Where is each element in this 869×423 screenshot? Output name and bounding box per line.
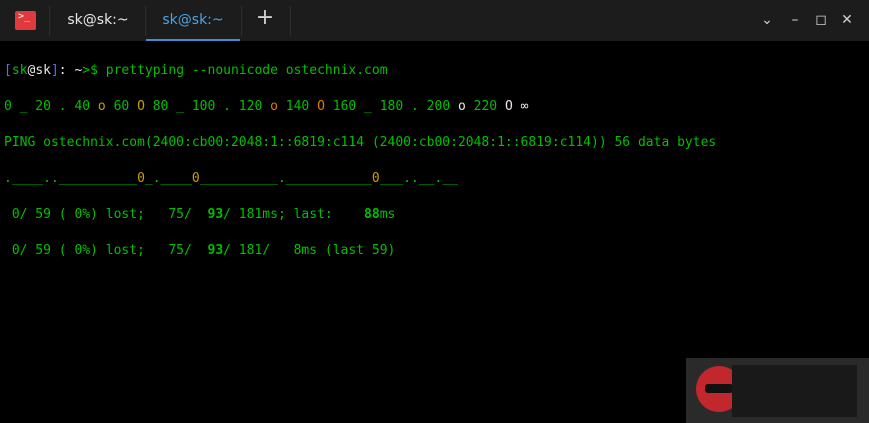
close-button[interactable]: ✕ — [839, 12, 855, 28]
scale-segment: o — [97, 99, 106, 114]
latency-scale-legend: 0 _ 20 . 40 o 60 O 80 _ 100 . 120 o 140 … — [4, 98, 716, 116]
stats-unit: ms — [379, 207, 396, 222]
prompt-bracket: ] — [50, 63, 59, 78]
graph-segment: _.____ — [144, 171, 192, 186]
graph-segment: 0 — [137, 171, 145, 186]
prompt-line: [sk@sk]: ~>$ prettyping --nounicode oste… — [4, 62, 716, 80]
stats-avg: 93 — [207, 243, 224, 258]
latency-graph: .____..__________0_.____0__________.____… — [4, 170, 716, 188]
watermark-panel — [732, 365, 857, 417]
scale-segment: o — [270, 99, 278, 114]
tab-1-label: sk@sk:~ — [67, 12, 129, 28]
graph-segment: __________.___________ — [199, 171, 372, 186]
maximize-button[interactable]: ◻ — [813, 12, 829, 28]
scale-segment: O — [317, 99, 325, 114]
scale-segment: 140 — [277, 99, 318, 114]
graph-segment: 0 — [191, 171, 200, 186]
stats-rest: / 181ms; last: — [223, 207, 365, 222]
title-bar: >_ sk@sk:~ sk@sk:~ + ⌄ – ◻ ✕ — [0, 0, 869, 41]
stats-avg: 93 — [207, 207, 224, 222]
prompt-user: sk — [11, 63, 28, 78]
prompt-colon: : — [58, 63, 75, 78]
tab-divider — [49, 6, 50, 36]
stats-sent: 0/ 59 ( 0%) lost; 75/ — [4, 207, 208, 222]
scale-segment: 60 — [105, 99, 138, 114]
collapse-icon[interactable]: ⌄ — [759, 12, 775, 28]
stats-rest: / 181/ 8ms (last 59) — [223, 243, 396, 258]
prompt-host: sk — [35, 63, 51, 78]
scale-segment: 80 _ 100 . 120 — [144, 99, 271, 114]
prompt-symbol: >$ — [82, 63, 98, 78]
active-tab-indicator — [146, 39, 240, 41]
terminal-output[interactable]: [sk@sk]: ~>$ prettyping --nounicode oste… — [4, 44, 716, 278]
scale-segment: o — [457, 99, 466, 114]
graph-segment: ___..__.__ — [379, 171, 458, 186]
tab-2-active[interactable]: sk@sk:~ — [146, 0, 240, 41]
stats-last: 88 — [364, 207, 380, 222]
minimize-button[interactable]: – — [787, 12, 803, 28]
terminal-icon: >_ — [18, 11, 31, 22]
tab-2-label: sk@sk:~ — [162, 12, 224, 28]
stats-line: 0/ 59 ( 0%) lost; 75/ 93/ 181ms; last: 8… — [4, 206, 716, 224]
scale-segment: ∞ — [512, 99, 529, 114]
graph-segment: 0 — [371, 171, 380, 186]
watermark-overlay — [686, 358, 869, 423]
tab-1[interactable]: sk@sk:~ — [52, 0, 144, 41]
scale-segment: 0 _ 20 . 40 — [4, 99, 98, 114]
stats-line: 0/ 59 ( 0%) lost; 75/ 93/ 181/ 8ms (last… — [4, 242, 716, 260]
scale-segment: 220 — [465, 99, 505, 114]
tab-divider — [290, 6, 291, 36]
new-tab-button[interactable]: + — [255, 7, 275, 29]
tab-divider — [241, 6, 242, 36]
command-text: prettyping --nounicode ostechnix.com — [97, 63, 388, 78]
scale-segment: 160 _ 180 . 200 — [324, 99, 458, 114]
prompt-bracket: [ — [4, 63, 12, 78]
stats-sent: 0/ 59 ( 0%) lost; 75/ — [4, 243, 208, 258]
scale-segment: O — [504, 99, 513, 114]
graph-segment: .____..__________ — [4, 171, 138, 186]
terminal-app-icon[interactable]: >_ — [15, 11, 36, 30]
ping-header: PING ostechnix.com(2400:cb00:2048:1::681… — [4, 135, 717, 150]
scale-segment: O — [137, 99, 145, 114]
sunglasses-icon — [705, 384, 733, 393]
